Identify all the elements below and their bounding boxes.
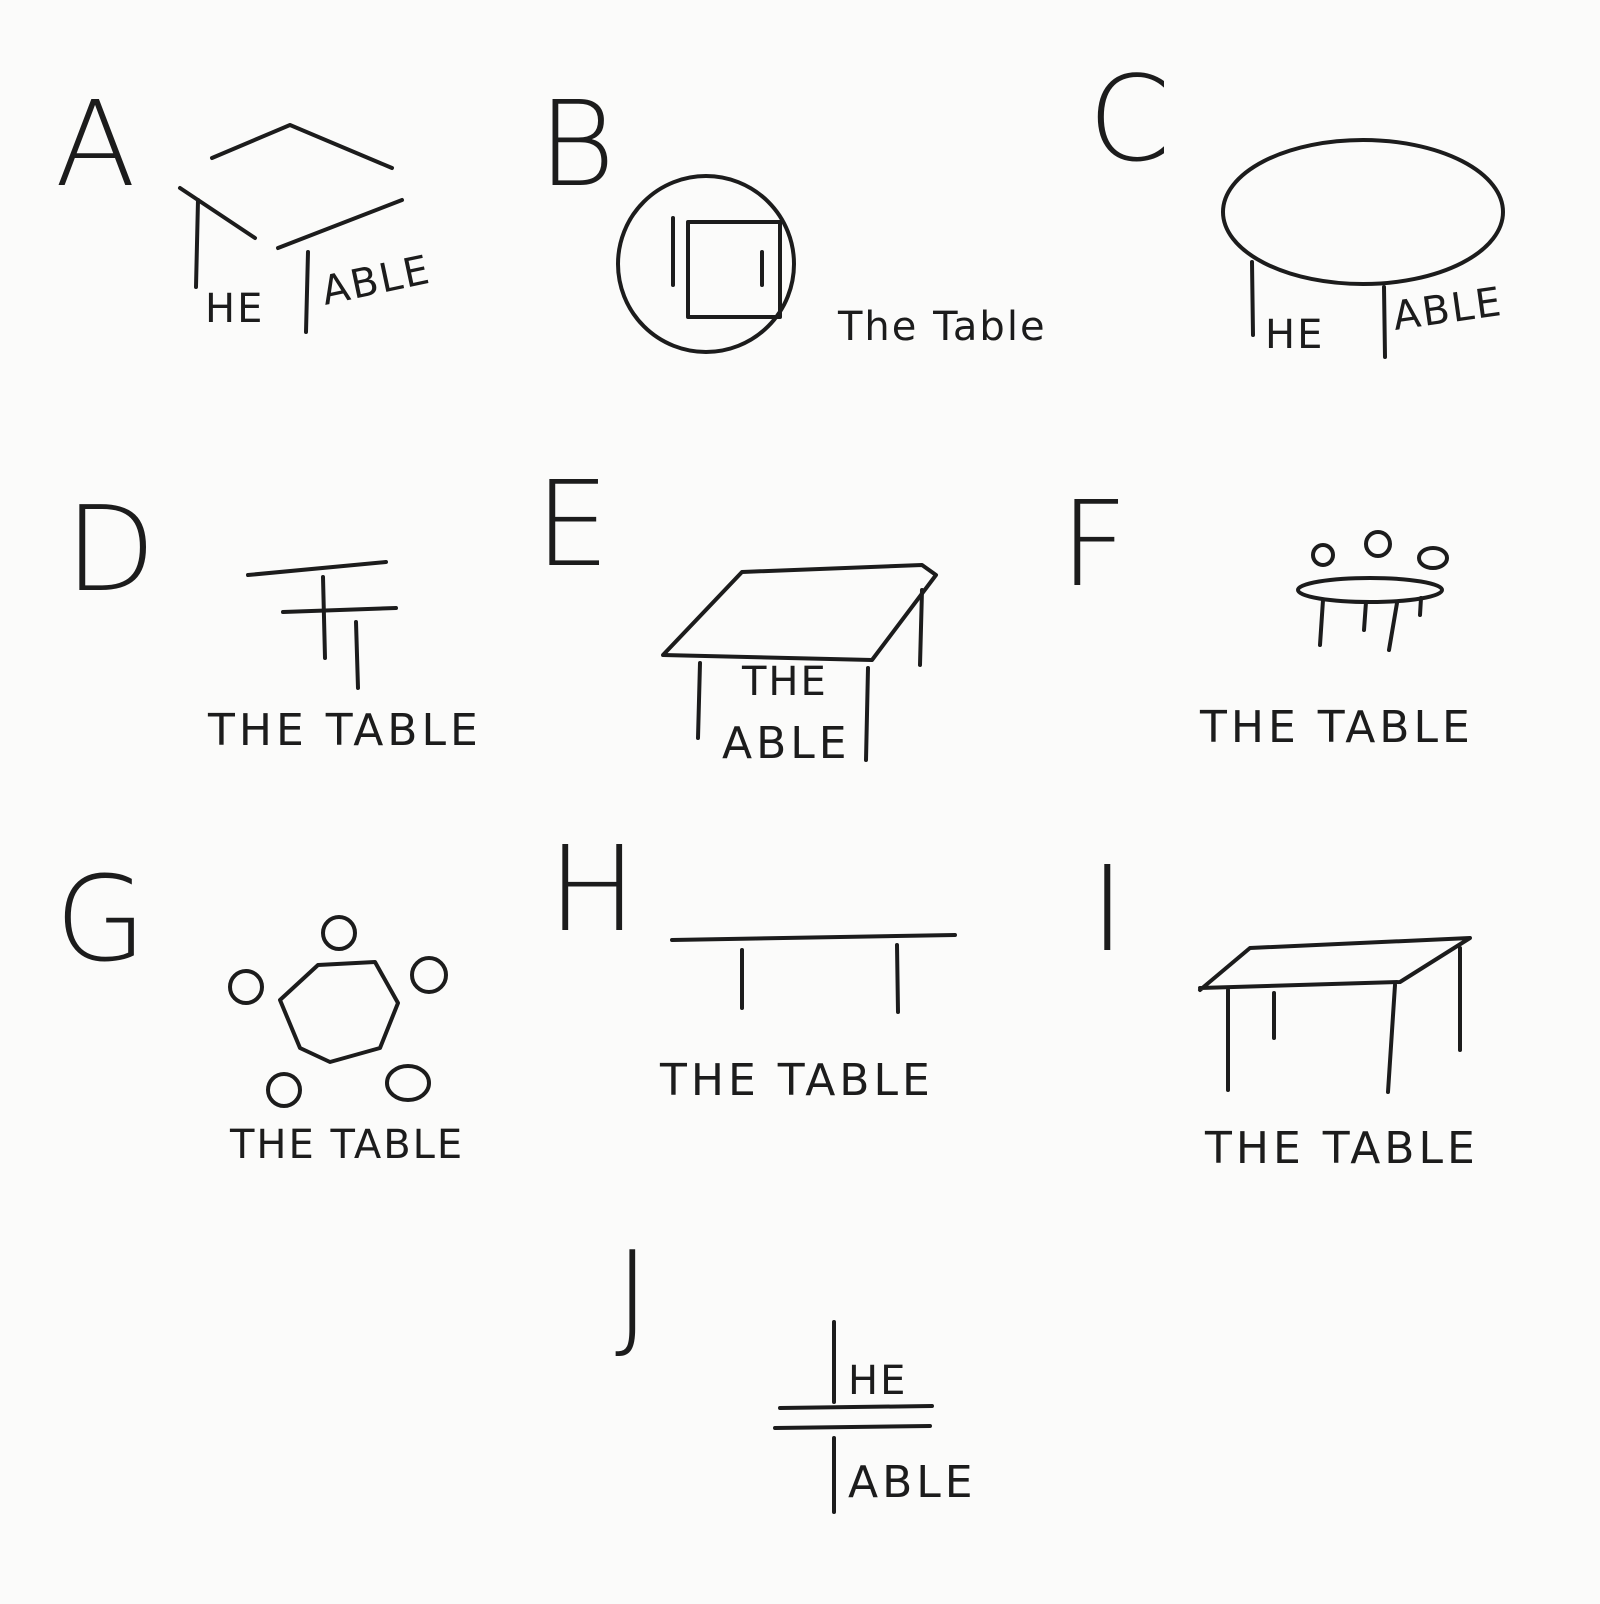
table-drawing-g	[228, 915, 448, 1108]
letter-c: C	[1088, 50, 1170, 188]
caption-f: THE TABLE	[1199, 702, 1474, 753]
caption-a-right: ABLE	[318, 247, 436, 315]
table-drawing-f	[1296, 530, 1449, 652]
sketch-g: G THE TABLE	[55, 850, 464, 1168]
sketch-a: A HE ABLE	[55, 75, 436, 334]
letter-e: E	[535, 455, 610, 593]
table-drawing-i	[1198, 936, 1472, 1094]
letter-d: D	[65, 480, 156, 618]
letter-i: I	[1090, 840, 1125, 978]
sketch-sheet: A HE ABLE B The Table C HE ABLE D THE TA…	[0, 0, 1600, 1600]
caption-e-bottom: ABLE	[722, 718, 851, 769]
sketch-i: I THE TABLE	[1090, 840, 1479, 1174]
table-drawing-h	[670, 933, 957, 1014]
table-drawing-b	[616, 174, 796, 354]
sketch-d: D THE TABLE	[65, 480, 482, 756]
letter-g: G	[55, 850, 146, 988]
caption-i: THE TABLE	[1204, 1123, 1479, 1174]
caption-d: THE TABLE	[207, 705, 482, 756]
caption-c-left: HE	[1265, 312, 1324, 358]
sketch-j: J HE ABLE	[615, 1225, 977, 1514]
sketch-f: F THE TABLE	[1060, 475, 1474, 753]
sketch-h: H THE TABLE	[548, 820, 957, 1106]
caption-j-bottom: ABLE	[848, 1457, 977, 1508]
letter-a: A	[55, 75, 136, 213]
sketch-c: C HE ABLE	[1088, 50, 1506, 359]
table-drawing-d	[246, 560, 398, 690]
letter-j: J	[615, 1225, 650, 1363]
caption-e-top: THE	[741, 659, 828, 705]
caption-h: THE TABLE	[659, 1055, 934, 1106]
caption-c-right: ABLE	[1390, 279, 1506, 340]
caption-b: The Table	[837, 304, 1047, 350]
letter-b: B	[538, 75, 615, 213]
caption-j-top: HE	[848, 1358, 907, 1404]
sketch-e: E THE ABLE	[535, 455, 938, 769]
letter-h: H	[548, 820, 637, 958]
letter-f: F	[1060, 475, 1128, 613]
sketch-b: B The Table	[538, 75, 1047, 354]
caption-g: THE TABLE	[229, 1122, 464, 1168]
caption-a-left: HE	[205, 286, 264, 332]
